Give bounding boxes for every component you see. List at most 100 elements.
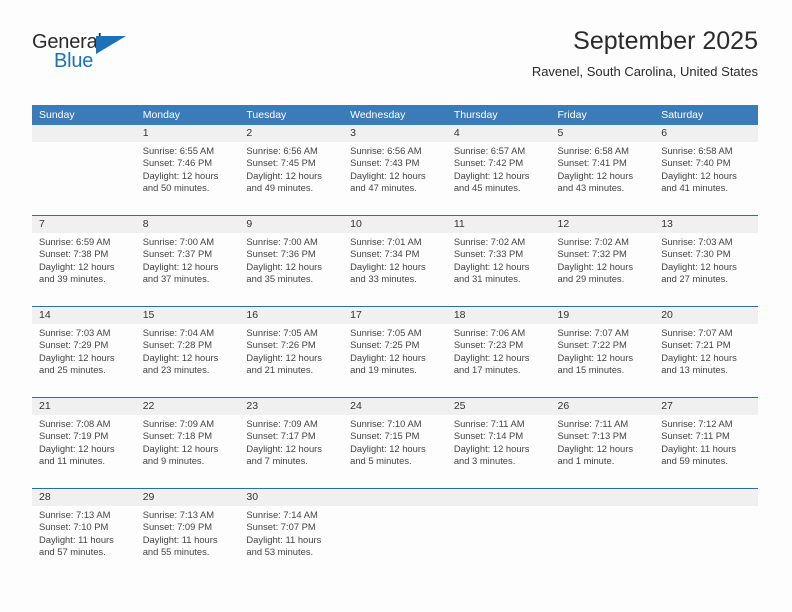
day-cell[interactable]: Sunrise: 7:10 AM Sunset: 7:15 PM Daylight:… xyxy=(343,415,447,488)
daylight-text: Daylight: 12 hours and 19 minutes. xyxy=(350,351,426,376)
daylight-text: Daylight: 12 hours and 33 minutes. xyxy=(350,260,426,285)
week-detail-cells: Sunrise: 6:59 AM Sunset: 7:38 PM Daylight:… xyxy=(32,233,758,306)
sunrise-text: Sunrise: 6:56 AM xyxy=(246,145,318,156)
day-cell[interactable]: Sunrise: 7:09 AM Sunset: 7:17 PM Daylight:… xyxy=(239,415,343,488)
day-cell[interactable]: Sunrise: 6:56 AM Sunset: 7:45 PM Daylight:… xyxy=(239,142,343,215)
dow-sunday: Sunday xyxy=(39,109,75,121)
day-cell[interactable]: Sunrise: 7:05 AM Sunset: 7:25 PM Daylight:… xyxy=(343,324,447,397)
daylight-text: Daylight: 12 hours and 25 minutes. xyxy=(39,351,115,376)
sunrise-text: Sunrise: 6:55 AM xyxy=(142,145,215,156)
date-number[interactable]: 11 xyxy=(447,216,551,233)
sunset-text: Sunset: 7:26 PM xyxy=(246,339,316,351)
week-date-numbers: 123456 xyxy=(32,125,758,142)
day-cell[interactable]: Sunrise: 7:06 AM Sunset: 7:23 PM Daylight:… xyxy=(447,324,551,397)
date-number[interactable]: 8 xyxy=(136,216,240,233)
date-number[interactable]: 6 xyxy=(654,125,758,142)
dow-monday: Monday xyxy=(142,109,181,121)
date-number[interactable]: 3 xyxy=(343,125,447,142)
date-number[interactable]: 20 xyxy=(654,307,758,324)
day-cell[interactable]: Sunrise: 7:01 AM Sunset: 7:34 PM Daylight:… xyxy=(343,233,447,306)
sunset-text: Sunset: 7:19 PM xyxy=(39,430,109,442)
date-number[interactable]: 17 xyxy=(343,307,447,324)
calendar-week-row: 1 2 3 4 5 6 Sunrise: 6:55 AM Sunset: 7:46 PM Day… xyxy=(32,125,758,215)
date-number[interactable]: 19 xyxy=(551,307,655,324)
date-number[interactable]: 26 xyxy=(551,398,655,415)
daylight-text: Daylight: 12 hours and 1 minute. xyxy=(557,442,634,467)
sunset-text: Sunset: 7:42 PM xyxy=(453,157,524,169)
brand-logo[interactable]: General Blue xyxy=(32,32,152,84)
date-number[interactable]: 10 xyxy=(343,216,447,233)
day-cell[interactable]: Sunrise: 7:11 AM Sunset: 7:14 PM Daylight:… xyxy=(447,415,551,488)
title-block: September 2025 Ravenel, South Carolina, … xyxy=(532,26,758,81)
date-number[interactable]: 14 xyxy=(32,307,136,324)
date-number[interactable]: 21 xyxy=(32,398,136,415)
day-cell[interactable]: Sunrise: 7:04 AM Sunset: 7:28 PM Daylight:… xyxy=(136,324,240,397)
sunset-text: Sunset: 7:13 PM xyxy=(557,430,627,442)
date-number[interactable]: 29 xyxy=(136,489,240,506)
day-cell[interactable]: Sunrise: 7:07 AM Sunset: 7:21 PM Daylight:… xyxy=(654,324,758,397)
day-cell[interactable]: Sunrise: 7:07 AM Sunset: 7:22 PM Daylight:… xyxy=(551,324,655,397)
sunrise-text: Sunrise: 7:07 AM xyxy=(661,327,733,338)
dow-saturday: Saturday xyxy=(661,109,704,121)
date-number[interactable]: 25 xyxy=(447,398,551,415)
sunset-text: Sunset: 7:09 PM xyxy=(142,521,213,533)
calendar-week-row: 7 8 9 10 11 12 13 Sunrise: 6:59 AM Sunset: 7:38 … xyxy=(32,215,758,306)
sunset-text: Sunset: 7:46 PM xyxy=(142,157,213,169)
page-title: September 2025 xyxy=(573,27,758,55)
day-cell[interactable]: Sunrise: 7:13 AM Sunset: 7:09 PM Daylight:… xyxy=(136,506,240,579)
date-number[interactable]: 24 xyxy=(343,398,447,415)
day-cell[interactable]: Sunrise: 6:56 AM Sunset: 7:43 PM Daylight:… xyxy=(343,142,447,215)
day-cell[interactable]: Sunrise: 7:13 AM Sunset: 7:10 PM Daylight:… xyxy=(32,506,136,579)
sunrise-text: Sunrise: 7:09 AM xyxy=(142,418,215,429)
sunset-text: Sunset: 7:23 PM xyxy=(453,339,524,351)
day-cell[interactable]: Sunrise: 6:58 AM Sunset: 7:40 PM Daylight:… xyxy=(654,142,758,215)
day-cell[interactable]: Sunrise: 7:14 AM Sunset: 7:07 PM Daylight:… xyxy=(239,506,343,579)
week-date-numbers: 14 15 16 17 18 19 20 xyxy=(32,307,758,324)
day-cell[interactable]: Sunrise: 7:02 AM Sunset: 7:33 PM Daylight:… xyxy=(447,233,551,306)
day-cell[interactable]: Sunrise: 7:03 AM Sunset: 7:30 PM Daylight:… xyxy=(654,233,758,306)
day-cell[interactable]: Sunrise: 7:05 AM Sunset: 7:26 PM Daylight:… xyxy=(239,324,343,397)
date-number[interactable]: 16 xyxy=(239,307,343,324)
day-cell[interactable]: Sunrise: 6:58 AM Sunset: 7:41 PM Daylight:… xyxy=(551,142,655,215)
date-number[interactable]: 27 xyxy=(654,398,758,415)
sunset-text: Sunset: 7:22 PM xyxy=(557,339,627,351)
day-cell[interactable]: Sunrise: 7:00 AM Sunset: 7:37 PM Daylight:… xyxy=(136,233,240,306)
sunrise-text: Sunrise: 7:00 AM xyxy=(246,236,318,247)
sunset-text: Sunset: 7:37 PM xyxy=(142,248,213,260)
date-number[interactable]: 12 xyxy=(551,216,655,233)
day-cell[interactable]: Sunrise: 6:57 AM Sunset: 7:42 PM Daylight:… xyxy=(447,142,551,215)
date-number[interactable]: 15 xyxy=(136,307,240,324)
date-number[interactable]: 18 xyxy=(447,307,551,324)
day-cell[interactable]: Sunrise: 6:59 AM Sunset: 7:38 PM Daylight:… xyxy=(32,233,136,306)
day-cell[interactable]: Sunrise: 6:55 AM Sunset: 7:46 PM Daylight:… xyxy=(136,142,240,215)
week-detail-cells: Sunrise: 7:08 AM Sunset: 7:19 PM Daylight:… xyxy=(32,415,758,488)
date-number[interactable]: 30 xyxy=(239,489,343,506)
date-number[interactable]: 22 xyxy=(136,398,240,415)
day-of-week-header: Sunday Monday Tuesday Wednesday Thursday… xyxy=(32,105,758,125)
daylight-text: Daylight: 12 hours and 11 minutes. xyxy=(39,442,115,467)
day-cell[interactable]: Sunrise: 7:09 AM Sunset: 7:18 PM Daylight:… xyxy=(136,415,240,488)
date-number[interactable]: 13 xyxy=(654,216,758,233)
date-number[interactable]: 23 xyxy=(239,398,343,415)
week-detail-cells: Sunrise: 6:55 AM Sunset: 7:46 PM Daylight:… xyxy=(32,142,758,215)
date-number[interactable]: 2 xyxy=(239,125,343,142)
date-number[interactable]: 5 xyxy=(551,125,655,142)
day-cell[interactable]: Sunrise: 7:03 AM Sunset: 7:29 PM Daylight:… xyxy=(32,324,136,397)
date-number[interactable]: 9 xyxy=(239,216,343,233)
day-cell[interactable]: Sunrise: 7:12 AM Sunset: 7:11 PM Daylight:… xyxy=(654,415,758,488)
day-cell[interactable]: Sunrise: 7:00 AM Sunset: 7:36 PM Daylight:… xyxy=(239,233,343,306)
sunrise-text: Sunrise: 7:06 AM xyxy=(453,327,526,338)
sunrise-text: Sunrise: 7:14 AM xyxy=(246,509,318,520)
sunrise-text: Sunrise: 6:57 AM xyxy=(453,145,526,156)
date-number[interactable]: 1 xyxy=(136,125,240,142)
date-number[interactable]: 4 xyxy=(447,125,551,142)
day-cell[interactable]: Sunrise: 7:11 AM Sunset: 7:13 PM Daylight:… xyxy=(551,415,655,488)
day-cell[interactable]: Sunrise: 7:02 AM Sunset: 7:32 PM Daylight:… xyxy=(551,233,655,306)
date-number[interactable]: 7 xyxy=(32,216,136,233)
calendar-page: General Blue September 2025 Ravenel, Sou… xyxy=(0,0,792,612)
sunrise-text: Sunrise: 7:11 AM xyxy=(453,418,525,429)
date-number[interactable]: 28 xyxy=(32,489,136,506)
day-cell[interactable]: Sunrise: 7:08 AM Sunset: 7:19 PM Daylight:… xyxy=(32,415,136,488)
page-subtitle: Ravenel, South Carolina, United States xyxy=(531,64,758,79)
calendar-grid: Sunday Monday Tuesday Wednesday Thursday… xyxy=(32,105,758,579)
